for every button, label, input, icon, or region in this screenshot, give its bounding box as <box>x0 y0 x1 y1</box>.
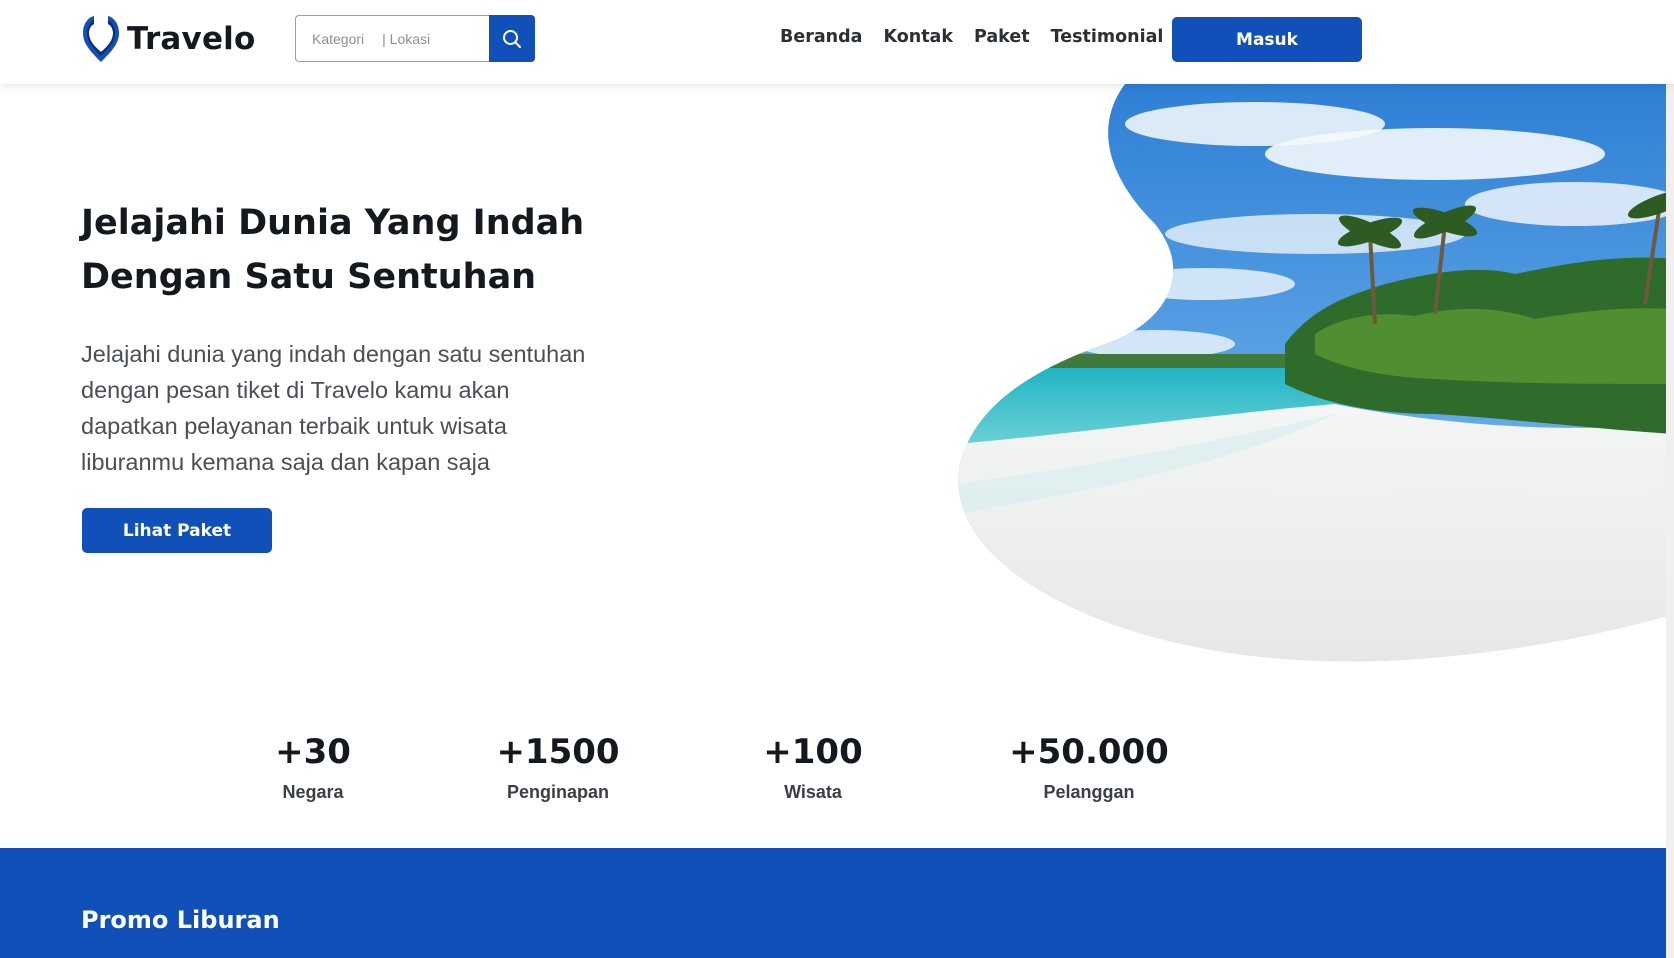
brand-name: Travelo <box>127 21 256 57</box>
site-header: Travelo Kategori | Lokasi Beranda Kontak… <box>0 0 1674 84</box>
stat-wisata: +100 Wisata <box>693 730 933 803</box>
stat-label: Penginapan <box>506 782 609 802</box>
hero-title: Jelajahi Dunia Yang Indah Dengan Satu Se… <box>81 196 701 304</box>
stat-pelanggan: +50.000 Pelanggan <box>969 730 1209 803</box>
stat-label: Pelanggan <box>1043 782 1135 802</box>
nav-item-kontak[interactable]: Kontak <box>883 27 953 47</box>
search-bar: Kategori | Lokasi <box>295 15 535 62</box>
nav-item-paket[interactable]: Paket <box>974 27 1030 47</box>
search-input[interactable]: Kategori | Lokasi <box>295 15 489 62</box>
stat-value: +30 <box>275 732 351 772</box>
hero-description: Jelajahi dunia yang indah dengan satu se… <box>81 336 621 480</box>
hero-desc-line-2: dengan pesan tiket di Travelo kamu akan <box>81 377 510 403</box>
hero-desc-line-3: dapatkan pelayanan terbaik untuk wisata <box>81 413 507 439</box>
promo-section: Promo Liburan <box>0 848 1674 958</box>
stat-value: +50.000 <box>1009 732 1169 772</box>
see-packages-button[interactable]: Lihat Paket <box>82 508 272 553</box>
nav-item-testimonial[interactable]: Testimonial <box>1051 27 1164 47</box>
location-pin-logo-icon <box>83 16 119 62</box>
brand-logo[interactable]: Travelo <box>81 14 256 64</box>
search-button[interactable] <box>489 15 535 62</box>
location-placeholder: | Lokasi <box>382 30 431 47</box>
stat-label: Wisata <box>784 782 842 802</box>
stat-penginapan: +1500 Penginapan <box>438 730 678 803</box>
search-icon <box>503 29 521 48</box>
beach-image <box>958 84 1674 662</box>
hero-desc-line-4: liburanmu kemana saja dan kapan saja <box>81 449 490 475</box>
stat-value: +100 <box>763 732 863 772</box>
hero-title-line-2: Dengan Satu Sentuhan <box>81 257 537 297</box>
hero-title-line-1: Jelajahi Dunia Yang Indah <box>81 203 585 243</box>
hero-desc-line-1: Jelajahi dunia yang indah dengan satu se… <box>81 341 586 367</box>
nav-item-beranda[interactable]: Beranda <box>780 27 862 47</box>
scrollbar[interactable] <box>1666 0 1674 958</box>
login-button[interactable]: Masuk <box>1172 17 1362 62</box>
category-placeholder: Kategori <box>312 30 365 47</box>
stat-value: +1500 <box>496 732 620 772</box>
promo-title: Promo Liburan <box>81 906 280 934</box>
main-nav: Beranda Kontak Paket Testimonial <box>780 27 1184 47</box>
stat-negara: +30 Negara <box>193 730 433 803</box>
stat-label: Negara <box>282 782 344 802</box>
